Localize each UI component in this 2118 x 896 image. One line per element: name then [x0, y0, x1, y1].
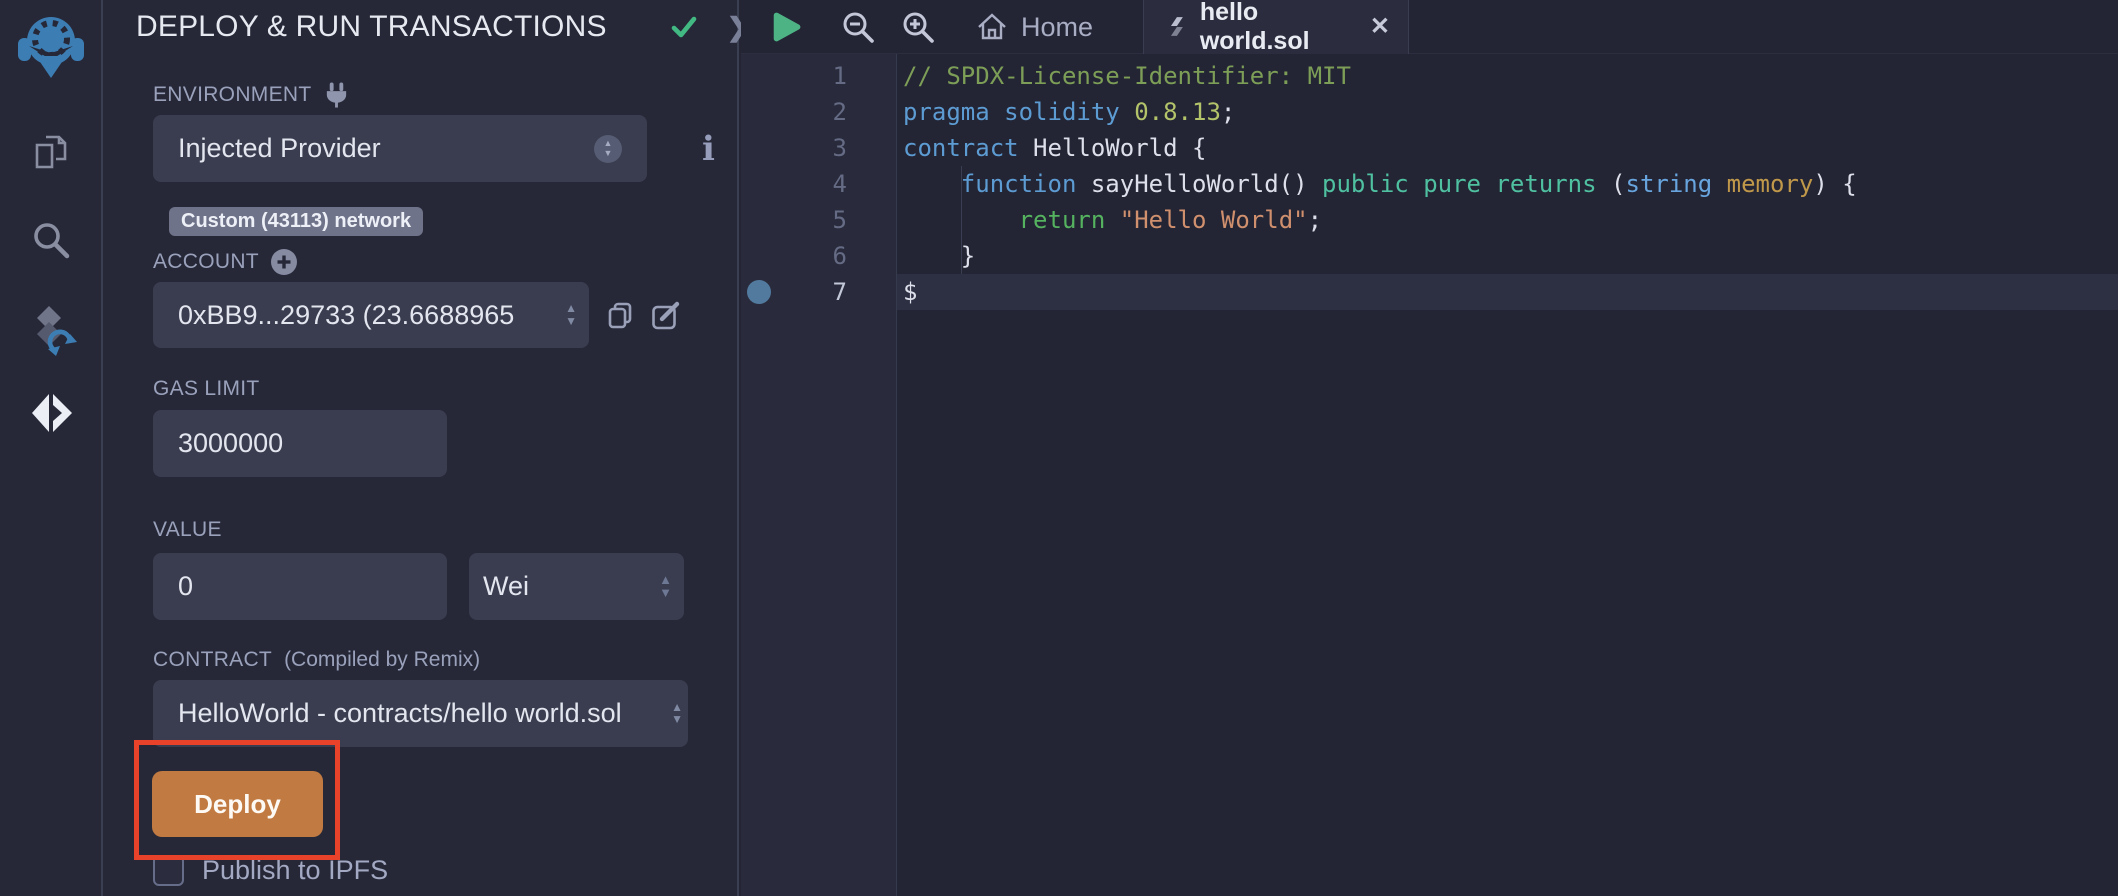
gutter-row[interactable]: 6: [741, 238, 896, 274]
unit-dropdown-icon: ▲ ▼: [659, 575, 672, 599]
run-script-icon[interactable]: [770, 11, 802, 43]
solidity-compiler-icon[interactable]: [23, 304, 79, 360]
copy-address-icon[interactable]: [606, 301, 634, 329]
value-label: VALUE: [153, 518, 737, 542]
editor-gutter[interactable]: 1234567: [741, 54, 897, 896]
editor-body: 1234567 // SPDX-License-Identifier: MITp…: [741, 54, 2118, 896]
code-line[interactable]: // SPDX-License-Identifier: MIT: [897, 58, 2118, 94]
tab-home[interactable]: Home: [975, 0, 1093, 54]
gutter-row[interactable]: 1: [741, 58, 896, 94]
gas-limit-label: GAS LIMIT: [153, 377, 737, 401]
remix-logo-icon[interactable]: [16, 8, 86, 80]
line-number: 6: [741, 238, 896, 274]
contract-sublabel: (Compiled by Remix): [284, 648, 480, 672]
code-line[interactable]: return "Hello World";: [897, 202, 2118, 238]
code-editor: Home hello world.sol ✕ 1234567 // SPDX-L…: [741, 0, 2118, 896]
tab-hello-world-sol[interactable]: hello world.sol ✕: [1143, 0, 1409, 54]
code-lines[interactable]: // SPDX-License-Identifier: MITpragma so…: [897, 54, 2118, 896]
line-number: 3: [741, 130, 896, 166]
code-line[interactable]: $: [897, 274, 2118, 310]
account-select[interactable]: 0xBB9...29733 (23.6688965 ▲ ▼: [153, 282, 589, 348]
file-explorer-icon[interactable]: [31, 132, 71, 172]
line-number: 4: [741, 166, 896, 202]
line-number: 5: [741, 202, 896, 238]
gutter-row[interactable]: 5: [741, 202, 896, 238]
code-line[interactable]: pragma solidity 0.8.13;: [897, 94, 2118, 130]
editor-toolbar: Home hello world.sol ✕: [741, 0, 2118, 54]
code-line[interactable]: function sayHelloWorld() public pure ret…: [897, 166, 2118, 202]
home-icon: [975, 11, 1009, 43]
panel-header: DEPLOY & RUN TRANSACTIONS ❯: [103, 0, 737, 54]
publish-ipfs-checkbox[interactable]: [153, 855, 184, 886]
account-label: ACCOUNT: [153, 250, 737, 274]
environment-select[interactable]: Injected Provider ▲ ▼: [153, 115, 647, 182]
zoom-out-icon[interactable]: [841, 10, 875, 44]
icon-sidebar: [0, 0, 103, 896]
account-dropdown-icon: ▲ ▼: [565, 304, 577, 326]
line-number: 1: [741, 58, 896, 94]
environment-dropdown-icon[interactable]: ▲ ▼: [594, 135, 622, 163]
close-tab-icon[interactable]: ✕: [1370, 15, 1390, 39]
gutter-row[interactable]: 7: [741, 274, 896, 310]
compile-success-check-icon: [671, 15, 697, 39]
account-row: 0xBB9...29733 (23.6688965 ▲ ▼: [153, 282, 737, 348]
panel-body: ENVIRONMENT Injected Provider ▲ ▼ i: [103, 83, 737, 886]
publish-ipfs-label: Publish to IPFS: [202, 855, 388, 886]
contract-dropdown-icon: ▲ ▼: [671, 702, 683, 724]
value-input[interactable]: 0: [153, 553, 447, 620]
environment-info-icon[interactable]: i: [702, 132, 715, 166]
network-badge: Custom (43113) network: [169, 207, 423, 236]
page-title: DEPLOY & RUN TRANSACTIONS: [136, 10, 607, 44]
code-line[interactable]: }: [897, 238, 2118, 274]
search-icon[interactable]: [29, 218, 73, 262]
breakpoint-dot[interactable]: [747, 280, 771, 304]
gas-limit-input[interactable]: 3000000: [153, 410, 447, 477]
code-line[interactable]: contract HelloWorld {: [897, 130, 2118, 166]
environment-row: Injected Provider ▲ ▼ i: [153, 107, 737, 182]
add-account-icon[interactable]: [271, 249, 297, 275]
contract-select[interactable]: HelloWorld - contracts/hello world.sol ▲…: [153, 680, 688, 747]
edit-account-icon[interactable]: [651, 300, 681, 330]
gutter-row[interactable]: 2: [741, 94, 896, 130]
publish-ipfs-row: Publish to IPFS: [153, 855, 737, 886]
environment-label: ENVIRONMENT: [153, 83, 737, 107]
solidity-file-icon: [1168, 16, 1186, 38]
deploy-run-panel: DEPLOY & RUN TRANSACTIONS ❯ ENVIRONMENT: [103, 0, 739, 896]
gutter-row[interactable]: 3: [741, 130, 896, 166]
deploy-button[interactable]: Deploy: [152, 771, 323, 837]
plug-icon: [323, 81, 350, 109]
indent-guide: [961, 166, 962, 274]
remix-ide-window: DEPLOY & RUN TRANSACTIONS ❯ ENVIRONMENT: [0, 0, 2118, 896]
gutter-row[interactable]: 4: [741, 166, 896, 202]
line-number: 2: [741, 94, 896, 130]
contract-label: CONTRACT (Compiled by Remix): [153, 648, 737, 672]
deploy-run-icon[interactable]: [28, 390, 74, 436]
value-unit-select[interactable]: Wei ▲ ▼: [469, 553, 684, 620]
value-row: 0 Wei ▲ ▼: [153, 553, 737, 620]
zoom-in-icon[interactable]: [901, 10, 935, 44]
